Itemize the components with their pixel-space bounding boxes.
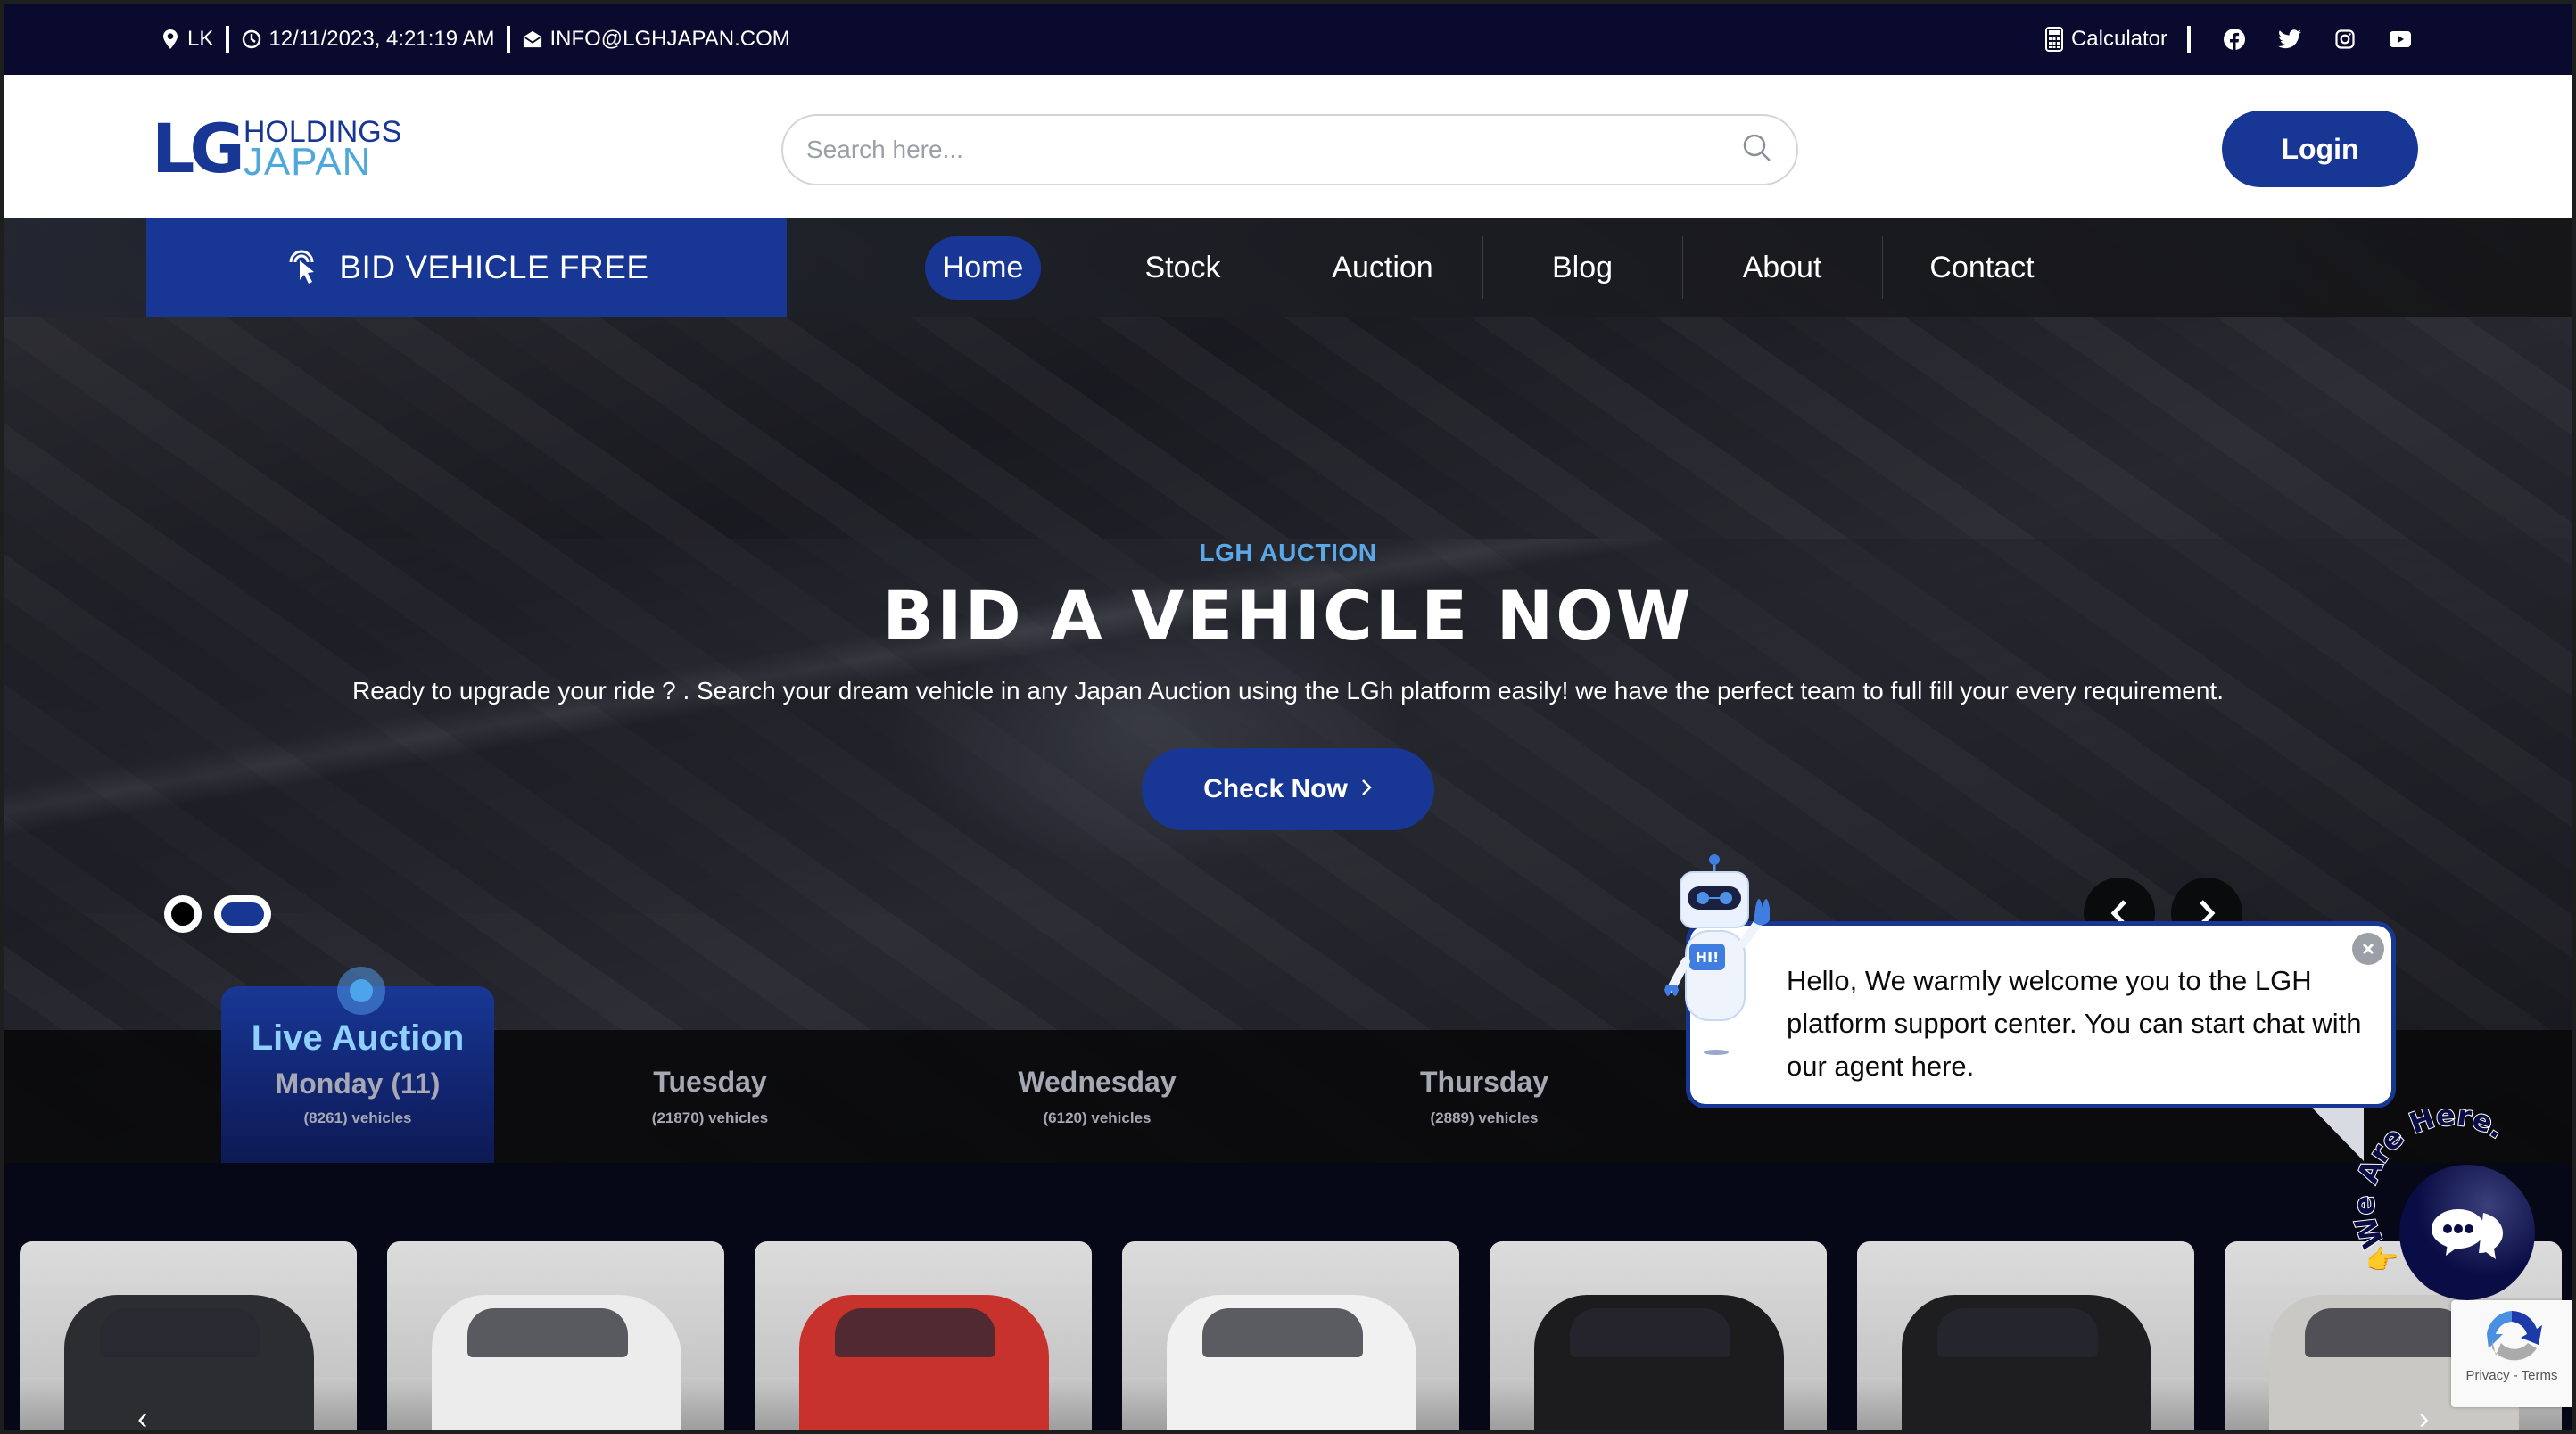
day-name: Tuesday	[653, 1066, 767, 1098]
car-window	[1202, 1308, 1363, 1357]
divider	[507, 26, 511, 53]
facebook-icon[interactable]	[2223, 28, 2246, 51]
nav-home[interactable]: Home	[883, 235, 1083, 300]
day-name: Thursday	[1419, 1066, 1549, 1098]
day-count: (2889) vehicles	[1430, 1109, 1539, 1126]
nav-home-label: Home	[924, 235, 1042, 300]
live-day-name: Monday (11)	[275, 1067, 441, 1100]
divider	[226, 26, 230, 53]
calculator-label[interactable]: Calculator	[2071, 27, 2167, 52]
search-icon[interactable]	[1741, 132, 1773, 169]
live-day-count: (8261) vehicles	[303, 1109, 412, 1126]
recaptcha-icon	[2487, 1311, 2542, 1361]
carousel-prev-icon[interactable]: ‹	[137, 1402, 147, 1430]
nav-auction-label: Auction	[1332, 250, 1433, 284]
datetime: 12/11/2023, 4:21:19 AM	[242, 27, 494, 52]
hero-content: LGH AUCTION BID A VEHICLE NOW Ready to u…	[4, 539, 2572, 830]
vehicle-carousel: ‹ ›	[4, 1163, 2572, 1430]
location: LK	[161, 27, 213, 52]
nav-stock-label: Stock	[1144, 250, 1221, 284]
open-chat-button[interactable]	[2399, 1165, 2535, 1300]
day-count: (21870) vehicles	[651, 1109, 769, 1126]
live-indicator-icon	[337, 967, 385, 1015]
slide-dot-1[interactable]	[164, 895, 202, 933]
hero-kicker: LGH AUCTION	[1199, 539, 1377, 566]
clock-icon	[242, 29, 261, 49]
bid-vehicle-free-button[interactable]: BID VEHICLE FREE	[146, 218, 787, 317]
instagram-icon[interactable]	[2333, 28, 2357, 51]
search-box	[781, 114, 1798, 185]
main-nav: BID VEHICLE FREE Home Stock Auction Blog…	[4, 218, 2572, 317]
chat-bubbles-icon	[2432, 1209, 2503, 1259]
vehicle-card[interactable]	[755, 1241, 1092, 1430]
chat-welcome-bubble: Hello, We warmly welcome you to the LGH …	[1686, 921, 2396, 1108]
car-window	[100, 1308, 260, 1357]
check-now-button[interactable]: Check Now	[1142, 748, 1434, 830]
slide-dot-2[interactable]	[214, 895, 271, 933]
nav-stock[interactable]: Stock	[1083, 236, 1283, 299]
page: LK 12/11/2023, 4:21:19 AM INFO@LGHJAPAN.…	[4, 4, 2572, 1430]
hero-subtitle: Ready to upgrade your ride ? . Search yo…	[351, 677, 2224, 705]
day-count: (6120) vehicles	[1043, 1109, 1152, 1126]
car-window	[835, 1308, 995, 1357]
location-text: LK	[187, 27, 214, 51]
close-chat-bubble-button[interactable]	[2352, 933, 2384, 965]
nav-auction[interactable]: Auction	[1283, 236, 1482, 299]
check-now-label: Check Now	[1203, 774, 1348, 804]
car-window	[1570, 1308, 1730, 1357]
envelope-open-icon	[523, 29, 542, 49]
vehicle-card[interactable]	[1122, 1241, 1459, 1430]
calculator-icon	[2044, 27, 2064, 52]
carousel-next-icon[interactable]: ›	[2419, 1402, 2429, 1430]
nav-blog-label: Blog	[1551, 250, 1614, 284]
tap-pointer-icon	[284, 243, 319, 293]
close-icon	[2362, 943, 2374, 955]
login-button[interactable]: Login	[2222, 111, 2418, 187]
divider	[2187, 26, 2191, 53]
logo[interactable]: LG HOLDINGS JAPAN	[152, 109, 430, 188]
nav-contact[interactable]: Contact	[1882, 236, 2082, 299]
day-tab-tuesday[interactable]: Tuesday (21870) vehicles	[576, 1030, 844, 1166]
car-window	[467, 1308, 628, 1357]
recaptcha-links[interactable]: Privacy - Terms	[2465, 1368, 2557, 1383]
chatbot-mascot: HI!	[1663, 854, 1770, 1059]
vehicle-card[interactable]	[20, 1241, 357, 1430]
nav-contact-label: Contact	[1929, 250, 2035, 284]
car-window	[1937, 1308, 2098, 1357]
bid-vehicle-free-label: BID VEHICLE FREE	[339, 249, 649, 285]
logo-japan: JAPAN	[243, 140, 372, 184]
logo-mark: LG	[152, 109, 245, 188]
nav-blog[interactable]: Blog	[1482, 236, 1682, 299]
chevron-right-icon	[1360, 774, 1373, 804]
hero-headline: BID A VEHICLE NOW	[882, 576, 1694, 655]
nav-about-label: About	[1742, 250, 1822, 284]
day-tab-wednesday[interactable]: Wednesday (6120) vehicles	[963, 1030, 1231, 1166]
nav-menu: Home Stock Auction Blog About Contact	[883, 218, 2082, 317]
calculator-link[interactable]: Calculator	[2044, 27, 2167, 52]
top-bar: LK 12/11/2023, 4:21:19 AM INFO@LGHJAPAN.…	[4, 4, 2572, 75]
map-pin-icon	[161, 29, 180, 49]
day-name: Wednesday	[1018, 1066, 1177, 1098]
bot-badge-text: HI!	[1696, 949, 1720, 966]
slider-dots	[164, 895, 271, 933]
search-input[interactable]	[806, 136, 1741, 164]
recaptcha-badge[interactable]: Privacy - Terms	[2451, 1300, 2572, 1407]
chat-welcome-message: Hello, We warmly welcome you to the LGH …	[1787, 965, 2362, 1082]
datetime-text: 12/11/2023, 4:21:19 AM	[268, 27, 495, 51]
email-text[interactable]: INFO@LGHJAPAN.COM	[549, 27, 789, 52]
pointing-hand-icon: 👉	[2365, 1246, 2399, 1275]
day-tab-thursday[interactable]: Thursday (2889) vehicles	[1350, 1030, 1618, 1166]
twitter-icon[interactable]	[2278, 28, 2301, 51]
nav-about[interactable]: About	[1682, 236, 1882, 299]
live-auction-title: Live Auction	[251, 1018, 465, 1058]
email-link[interactable]: INFO@LGHJAPAN.COM	[523, 27, 790, 52]
vehicle-card[interactable]	[387, 1241, 724, 1430]
youtube-icon[interactable]	[2389, 28, 2412, 51]
vehicle-card[interactable]	[1857, 1241, 2194, 1430]
header: LG HOLDINGS JAPAN Login	[4, 75, 2572, 218]
vehicle-card[interactable]	[1490, 1241, 1827, 1430]
car-window	[2305, 1308, 2465, 1357]
